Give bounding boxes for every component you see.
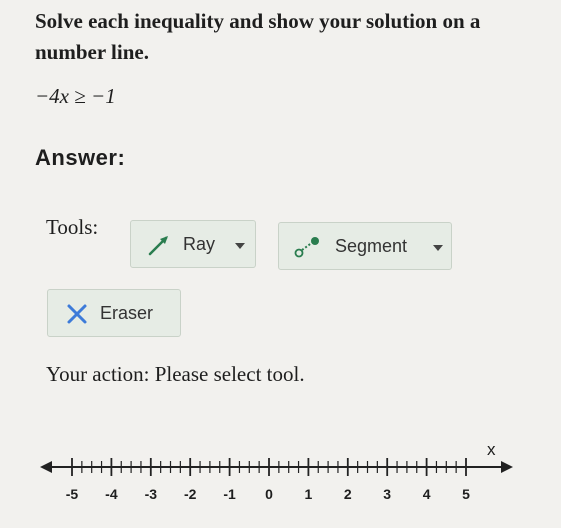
number-line-variable-label: x xyxy=(487,440,496,459)
ray-chevron-down-icon[interactable] xyxy=(235,243,245,249)
answer-heading: Answer: xyxy=(35,145,126,170)
tick-label: -5 xyxy=(66,486,79,502)
close-icon xyxy=(66,303,88,330)
right-arrow-icon xyxy=(501,461,513,473)
ray-icon xyxy=(147,233,171,262)
tick-label: -2 xyxy=(184,486,197,502)
eraser-tool-label: Eraser xyxy=(100,303,154,323)
tick-label: 5 xyxy=(462,486,470,502)
inequality-expression: −4x ≥ −1 xyxy=(35,84,116,108)
eraser-tool-button[interactable]: Eraser xyxy=(47,289,181,337)
segment-tool-button[interactable]: Segment xyxy=(278,222,452,270)
problem-instructions: Solve each inequality and show your solu… xyxy=(35,9,481,64)
segment-tool-label: Segment xyxy=(335,236,408,256)
tick-label: -1 xyxy=(223,486,236,502)
tools-label: Tools: xyxy=(46,215,99,239)
left-arrow-icon xyxy=(40,461,52,473)
tick-label: 0 xyxy=(265,486,273,502)
action-status: Your action: Please select tool. xyxy=(46,362,305,386)
ray-tool-button[interactable]: Ray xyxy=(130,220,256,268)
tick-label: 4 xyxy=(423,486,431,502)
segment-icon xyxy=(293,235,321,264)
tick-label: 2 xyxy=(344,486,352,502)
tick-label: -4 xyxy=(105,486,118,502)
tick-label: 3 xyxy=(383,486,391,502)
ray-tool-label: Ray xyxy=(183,234,216,254)
tick-label: 1 xyxy=(305,486,313,502)
segment-chevron-down-icon[interactable] xyxy=(433,245,443,251)
number-line[interactable]: x -5 -4 -3 -2 -1 0 1 2 3 4 5 xyxy=(0,425,561,520)
tick-label: -3 xyxy=(145,486,158,502)
